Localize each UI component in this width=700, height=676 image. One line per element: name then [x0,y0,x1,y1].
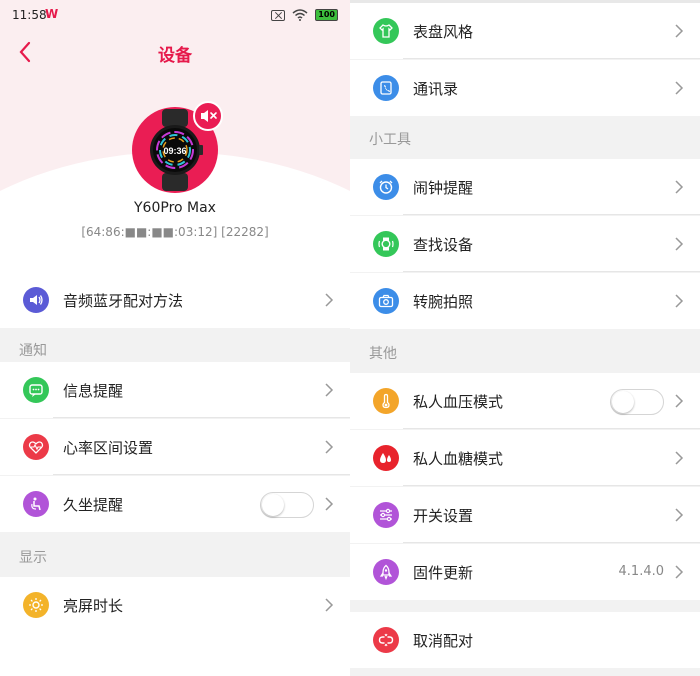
message-icon [23,377,49,403]
row-label: 信息提醒 [63,382,124,400]
app-logo-icon: W [45,7,59,21]
thermometer-icon [373,388,399,414]
mute-speaker-icon [201,110,217,122]
device-settings-page-right: 表盘风格 通讯录 小工具 闹钟提醒 查找设备 转腕拍照 其他 私人血压模式 私人… [350,0,700,676]
chevron-right-icon [675,237,684,251]
page-title: 设备 [158,46,192,66]
chevron-right-icon [325,598,334,612]
sedentary-reminder-row[interactable]: 久坐提醒 [0,476,350,532]
row-divider [403,542,700,543]
row-label: 查找设备 [413,236,474,254]
row-divider [403,485,700,486]
chevron-right-icon [675,294,684,308]
find-device-icon [373,231,399,257]
section-title: 其他 [369,346,397,362]
section-title: 通知 [19,343,47,359]
row-label: 亮屏时长 [63,597,124,615]
section-title: 显示 [19,550,47,566]
unlink-icon [373,627,399,653]
message-reminder-row[interactable]: 信息提醒 [0,362,350,418]
watch-face-style-row[interactable]: 表盘风格 [350,3,700,59]
alarm-icon [373,174,399,200]
chevron-right-icon [675,24,684,38]
chevron-right-icon [325,383,334,397]
status-bar: 11:58 W 100 [0,0,350,32]
row-label: 通讯录 [413,80,459,98]
switch-settings-row[interactable]: 开关设置 [350,487,700,543]
find-device-row[interactable]: 查找设备 [350,216,700,272]
section-header-display: 显示 [0,533,350,577]
battery-indicator: 100 [315,9,338,21]
row-divider [403,271,700,272]
chevron-right-icon [325,497,334,511]
speaker-icon [23,287,49,313]
row-label: 私人血压模式 [413,393,504,411]
private-blood-pressure-row[interactable]: 私人血压模式 [350,373,700,429]
device-settings-page-left: 11:58 W 100 设备 09:36 Y60Pro Max [64:86:■… [0,0,350,676]
contacts-row[interactable]: 通讯录 [350,60,700,116]
sedentary-toggle[interactable] [260,492,314,518]
mute-badge[interactable] [193,101,223,131]
sliders-icon [373,502,399,528]
watch-face-time: 09:36 [163,146,186,156]
section-header-notifications: 通知 [0,328,350,362]
section-header-tools: 小工具 [350,116,700,159]
sedentary-icon [23,491,49,517]
screen-on-duration-row[interactable]: 亮屏时长 [0,577,350,633]
section-title: 小工具 [369,132,411,148]
camera-icon [373,288,399,314]
rocket-icon [373,559,399,585]
row-label: 久坐提醒 [63,496,124,514]
chevron-right-icon [675,180,684,194]
row-divider [403,428,700,429]
row-label: 表盘风格 [413,23,474,41]
chevron-right-icon [675,394,684,408]
bottom-blank [0,633,350,676]
section-header-other: 其他 [350,329,700,373]
wrist-photo-row[interactable]: 转腕拍照 [350,273,700,329]
row-label: 开关设置 [413,507,474,525]
device-mac: [64:86:■■:■■:03:12] [22282] [81,225,269,239]
row-label: 私人血糖模式 [413,450,504,468]
row-label: 固件更新 [413,564,474,582]
alarm-reminder-row[interactable]: 闹钟提醒 [350,159,700,215]
row-label: 取消配对 [413,632,474,650]
chevron-right-icon [675,508,684,522]
blood-drop-icon [373,445,399,471]
row-divider [403,214,700,215]
row-label: 心率区间设置 [63,439,154,457]
wifi-icon [292,9,308,21]
blood-pressure-toggle[interactable] [610,389,664,415]
row-label: 转腕拍照 [413,293,474,311]
chevron-right-icon [675,451,684,465]
row-divider [53,474,350,475]
unpair-row[interactable]: 取消配对 [350,612,700,668]
device-name: Y60Pro Max [134,200,216,216]
audio-bluetooth-pairing-row[interactable]: 音频蓝牙配对方法 [0,272,350,328]
firmware-update-row[interactable]: 固件更新 4.1.4.0 [350,544,700,600]
row-label: 闹钟提醒 [413,179,474,197]
contacts-icon [373,75,399,101]
row-divider [53,417,350,418]
chevron-right-icon [325,293,334,307]
row-label: 音频蓝牙配对方法 [63,292,184,310]
heart-rate-zone-row[interactable]: 心率区间设置 [0,419,350,475]
private-blood-sugar-row[interactable]: 私人血糖模式 [350,430,700,486]
device-header: 设备 09:36 Y60Pro Max [64:86:■■:■■:03:12] … [0,32,350,272]
chevron-right-icon [675,81,684,95]
chevron-right-icon [675,565,684,579]
row-divider [403,58,700,59]
no-sim-icon [271,9,286,21]
firmware-version: 4.1.4.0 [618,564,664,579]
status-time: 11:58 [12,8,47,22]
heart-rate-icon [23,434,49,460]
brightness-icon [23,592,49,618]
shirt-icon [373,18,399,44]
chevron-right-icon [325,440,334,454]
